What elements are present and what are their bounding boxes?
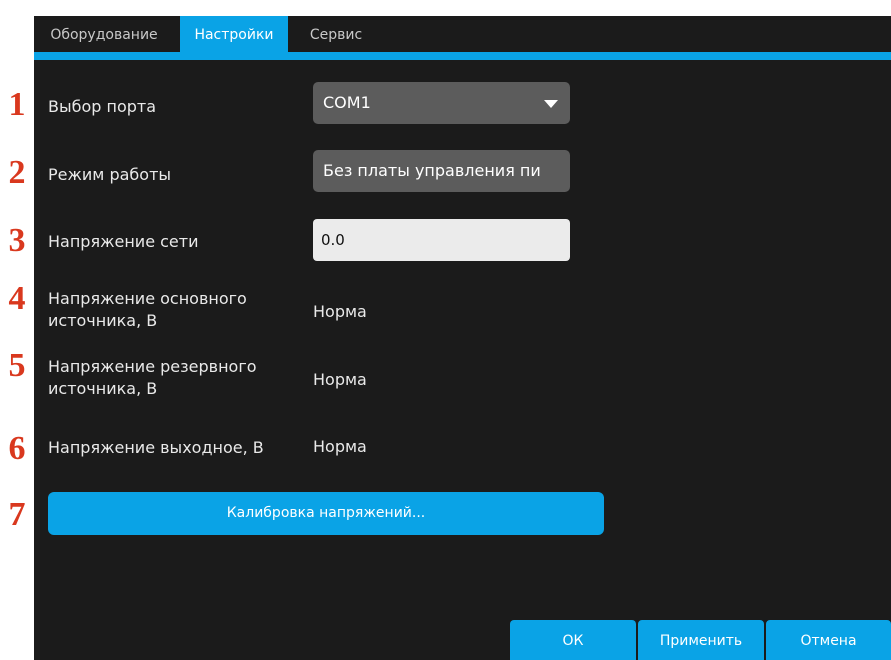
marker-2: 2 — [8, 154, 26, 191]
mode-select[interactable]: Без платы управления пи — [313, 150, 570, 192]
port-select[interactable]: COM1 — [313, 82, 570, 124]
calibrate-voltages-button[interactable]: Калибровка напряжений... — [48, 492, 604, 535]
output-voltage-label: Напряжение выходное, В — [48, 438, 264, 457]
port-label: Выбор порта — [48, 97, 157, 116]
mains-voltage-input[interactable] — [313, 219, 570, 261]
main-source-voltage-label-line1: Напряжение основного — [48, 289, 247, 308]
marker-7: 7 — [8, 496, 26, 533]
tab-bar: Оборудование Настройки Сервис — [34, 16, 891, 52]
tab-service[interactable]: Сервис — [296, 16, 376, 52]
marker-1: 1 — [8, 86, 26, 123]
main-source-voltage-label: Напряжение основного источника, В — [48, 288, 247, 332]
main-source-voltage-value: Норма — [313, 302, 367, 321]
chevron-down-icon — [544, 100, 558, 108]
marker-6: 6 — [8, 430, 26, 467]
port-select-value: COM1 — [323, 93, 371, 112]
tab-bar-underline — [34, 52, 891, 60]
reserve-source-voltage-value: Норма — [313, 370, 367, 389]
mode-label: Режим работы — [48, 165, 172, 184]
ok-button[interactable]: ОК — [510, 620, 636, 660]
mode-select-value: Без платы управления пи — [323, 161, 541, 180]
reserve-source-voltage-label: Напряжение резервного источника, В — [48, 356, 257, 400]
cancel-button[interactable]: Отмена — [766, 620, 891, 660]
marker-4: 4 — [8, 280, 26, 317]
marker-3: 3 — [8, 222, 26, 259]
tab-equipment[interactable]: Оборудование — [34, 16, 174, 52]
reserve-source-voltage-label-line2: источника, В — [48, 379, 158, 398]
mains-voltage-label: Напряжение сети — [48, 232, 199, 251]
main-source-voltage-label-line2: источника, В — [48, 311, 158, 330]
output-voltage-value: Норма — [313, 437, 367, 456]
apply-button[interactable]: Применить — [638, 620, 764, 660]
tab-settings[interactable]: Настройки — [180, 16, 288, 52]
marker-5: 5 — [8, 347, 26, 384]
settings-panel: Оборудование Настройки Сервис Выбор порт… — [34, 16, 891, 660]
reserve-source-voltage-label-line1: Напряжение резервного — [48, 357, 257, 376]
